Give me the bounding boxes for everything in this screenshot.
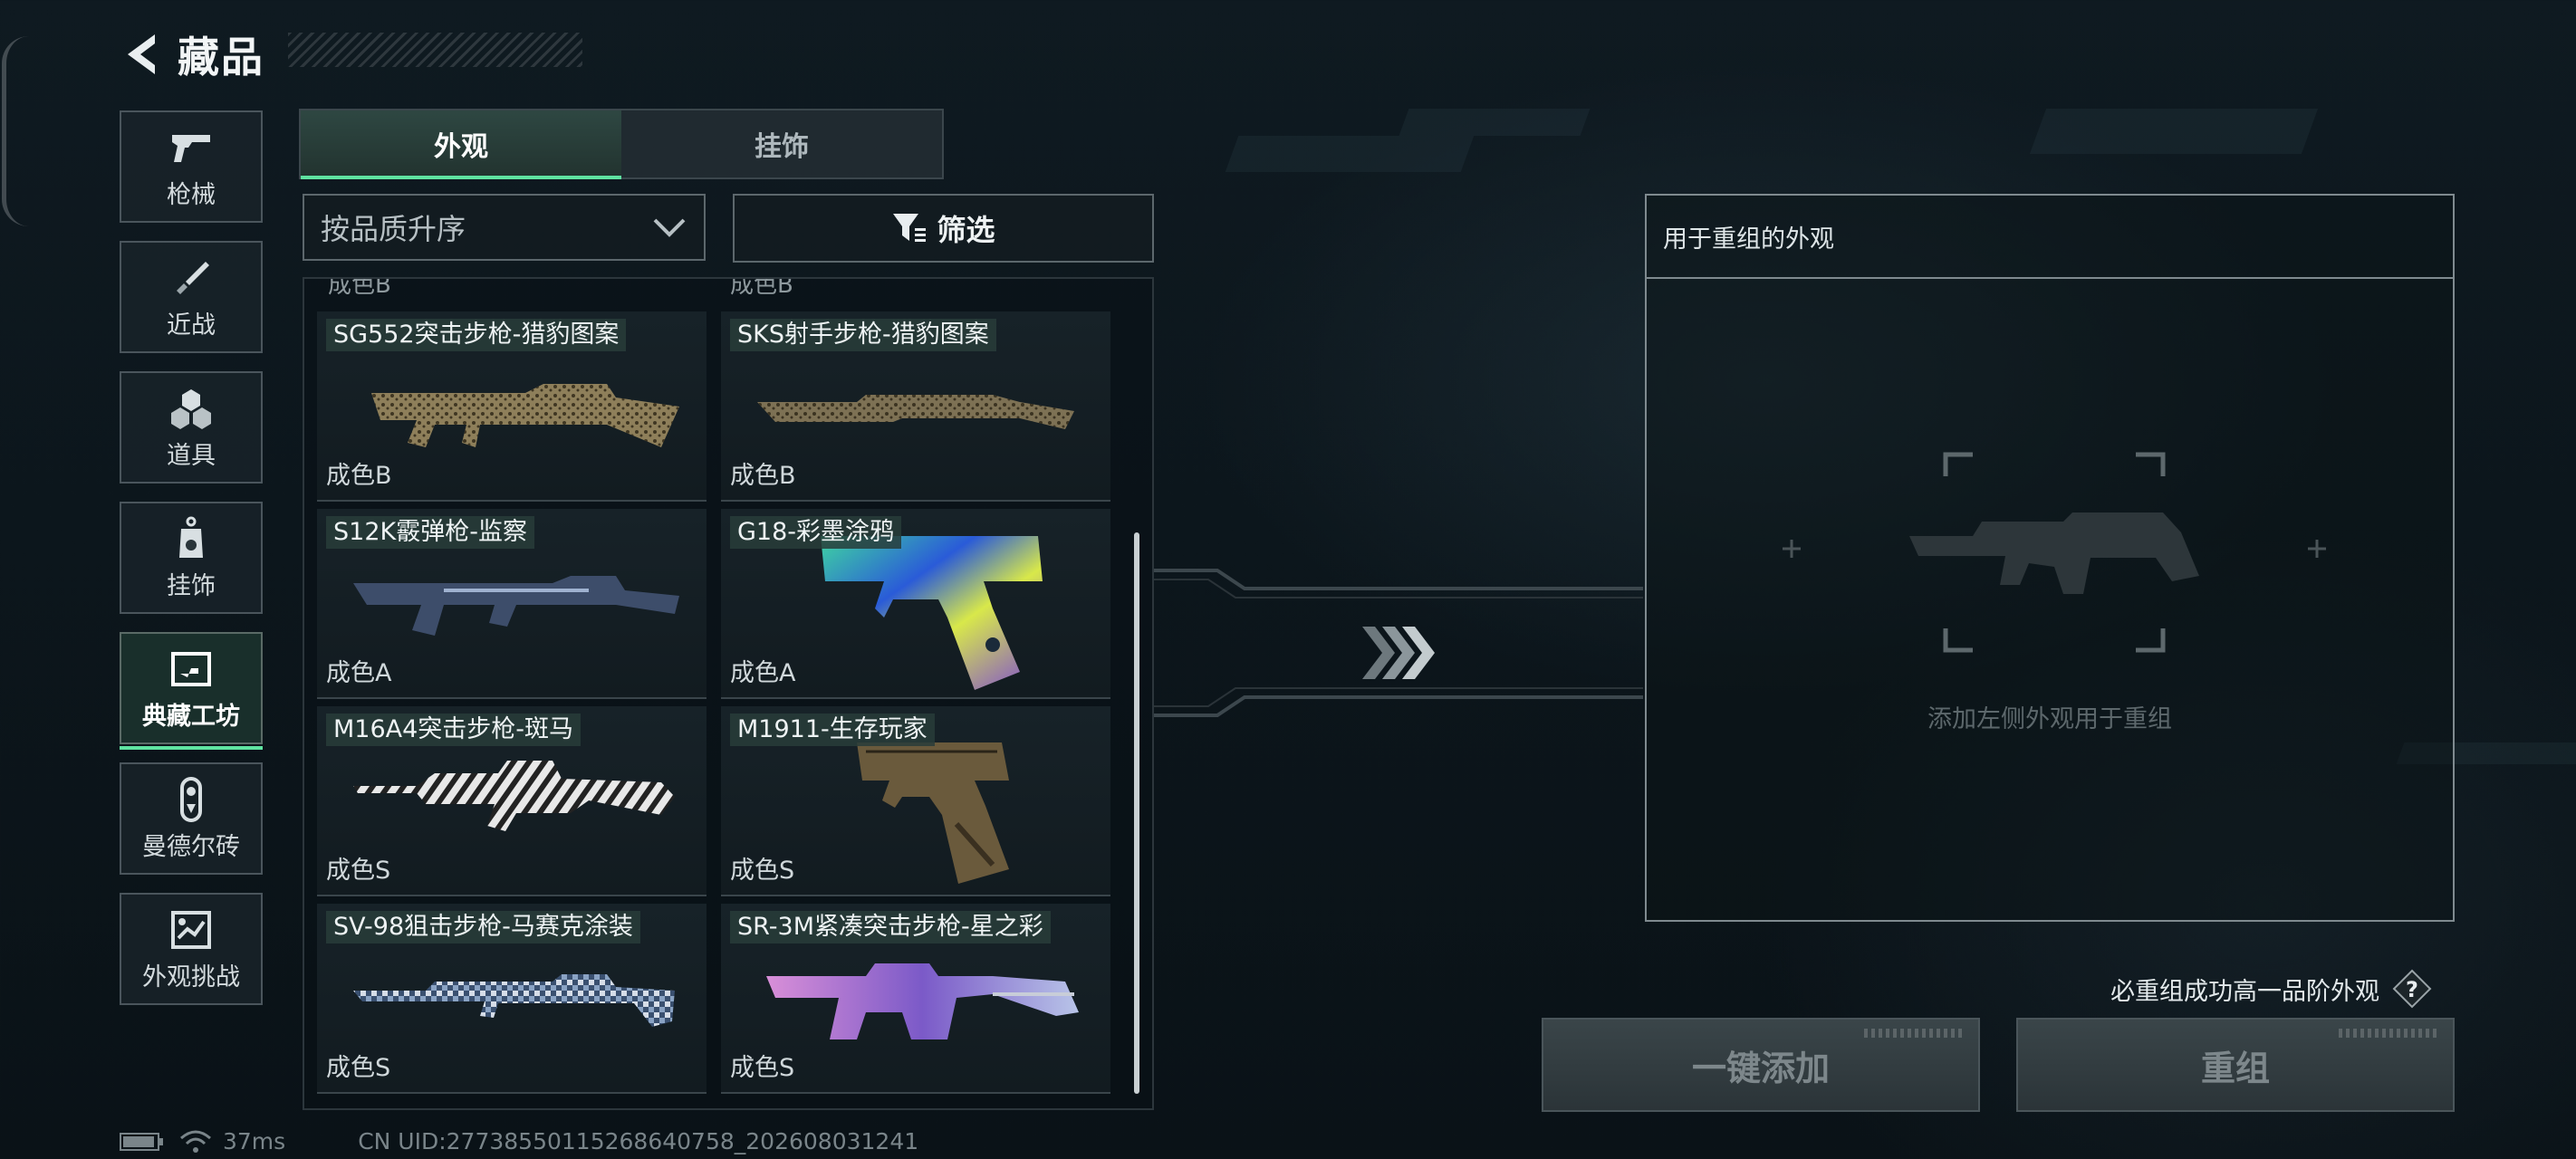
skin-card[interactable]: S12K霰弹枪-监察 成色A — [317, 509, 706, 699]
sidebar-item-label: 典藏工坊 — [142, 702, 240, 731]
page-title: 藏品 — [178, 33, 264, 81]
skin-name: G18-彩墨涂鸦 — [730, 516, 902, 549]
recombine-panel: 用于重组的外观 添加左侧外观用于重组 — [1645, 194, 2455, 922]
content-tabs: 外观 挂饰 — [299, 109, 944, 179]
title-decor — [288, 33, 582, 67]
skin-card[interactable]: SKS射手步枪-猎豹图案 成色B — [721, 311, 1110, 502]
skin-card[interactable]: M16A4突击步枪-斑马 成色S — [317, 706, 706, 896]
grade-label: 成色S — [730, 1054, 795, 1082]
grade-label: 成色S — [326, 1054, 391, 1082]
grade-label: 成色B — [730, 277, 793, 299]
help-button[interactable]: ? — [2392, 969, 2432, 1009]
background-decor — [1399, 109, 1591, 136]
guarantee-note-text: 必重组成功高一品阶外观 — [2110, 977, 2379, 1006]
challenge-map-icon — [171, 906, 211, 953]
sidebar-item-label: 挂饰 — [167, 571, 216, 600]
skin-name: M1911-生存玩家 — [730, 714, 935, 746]
recombine-placeholder: 添加左侧外观用于重组 — [1927, 705, 2172, 733]
grade-label: 成色B — [730, 462, 796, 490]
battery-icon — [120, 1132, 163, 1151]
grade-label: 成色B — [328, 277, 391, 299]
button-decor — [2339, 1029, 2438, 1038]
mandel-brick-icon — [179, 776, 203, 823]
filter-icon — [893, 214, 927, 242]
skin-name: SR-3M紧凑突击步枪-星之彩 — [730, 911, 1051, 943]
uid-readout: CN UID:2773855011526864075​8_20260803124… — [358, 1128, 919, 1154]
skin-name: S12K霰弹枪-监察 — [326, 516, 534, 549]
filter-button[interactable]: 筛选 — [733, 194, 1154, 263]
sidebar-item-mandel-brick[interactable]: 曼德尔砖 — [120, 762, 263, 875]
skin-card[interactable]: SR-3M紧凑突击步枪-星之彩 成色S — [721, 904, 1110, 1094]
page-header: 藏品 — [118, 25, 264, 83]
chevron-down-icon — [653, 218, 686, 237]
tab-appearance[interactable]: 外观 — [301, 110, 621, 179]
sidebar-item-label: 外观挑战 — [142, 963, 240, 991]
skin-name: M16A4突击步枪-斑马 — [326, 714, 582, 746]
skin-name: SG552突击步枪-猎豹图案 — [326, 319, 627, 351]
grade-label: 成色B — [326, 462, 392, 490]
edge-decor — [2, 36, 32, 226]
grade-label: 成色A — [730, 659, 796, 687]
partial-row: 成色B 成色B — [304, 279, 1152, 308]
grade-label: 成色S — [730, 857, 795, 885]
sidebar-item-charms[interactable]: 挂饰 — [120, 502, 263, 614]
background-decor — [1225, 136, 1475, 172]
sidebar-item-items[interactable]: 道具 — [120, 371, 263, 484]
filter-label: 筛选 — [937, 213, 995, 247]
sidebar-item-label: 近战 — [167, 311, 216, 340]
sidebar-item-workshop[interactable]: 典藏工坊 — [120, 632, 263, 750]
svg-text:?: ? — [2406, 977, 2418, 1002]
ping-readout: 37ms — [223, 1128, 286, 1154]
auto-add-button[interactable]: 一键添加 — [1542, 1018, 1980, 1112]
back-arrow-icon — [128, 34, 155, 74]
sort-label: 按品质升序 — [321, 212, 466, 246]
sidebar-item-label: 曼德尔砖 — [142, 832, 240, 861]
sidebar-item-appearance-challenge[interactable]: 外观挑战 — [120, 893, 263, 1005]
back-button[interactable] — [118, 27, 165, 81]
sort-dropdown[interactable]: 按品质升序 — [303, 194, 706, 261]
grade-label: 成色A — [326, 659, 392, 687]
auto-add-label: 一键添加 — [1691, 1048, 1830, 1088]
skin-name: SV-98狙击步枪-马赛克涂装 — [326, 911, 640, 943]
grenade-icon — [169, 385, 213, 432]
tab-charms[interactable]: 挂饰 — [621, 110, 942, 177]
wifi-icon — [180, 1130, 211, 1153]
rifle-placeholder-icon — [1783, 452, 2326, 653]
guarantee-note: 必重组成功高一品阶外观 ? — [2110, 969, 2432, 1009]
pistol-icon — [168, 124, 214, 171]
sidebar-item-label: 枪械 — [167, 180, 216, 209]
question-icon: ? — [2392, 969, 2432, 1009]
sidebar-item-label: 道具 — [167, 441, 216, 470]
recombine-button[interactable]: 重组 — [2016, 1018, 2455, 1112]
chevron-right-icon — [1362, 627, 1435, 679]
skin-grid-panel[interactable]: 成色B 成色B SG552突击步枪-猎豹图案 成色B SKS射手步枪-猎豹图案 … — [303, 277, 1154, 1110]
recombine-header: 用于重组的外观 — [1647, 196, 2453, 279]
workshop-icon — [171, 646, 211, 693]
charm-tag-icon — [176, 515, 207, 562]
category-sidebar: 枪械 近战 道具 挂饰 典藏工坊 曼德尔砖 外观挑战 — [120, 110, 266, 1023]
status-bar: 37ms CN UID:2773855011526864075​8_202608… — [120, 1128, 918, 1154]
skin-card[interactable]: SV-98狙击步枪-马赛克涂装 成色S — [317, 904, 706, 1094]
skin-card[interactable]: M1911-生存玩家 成色S — [721, 706, 1110, 896]
sidebar-item-melee[interactable]: 近战 — [120, 241, 263, 353]
button-decor — [1864, 1029, 1964, 1038]
background-decor — [2029, 109, 2319, 154]
grade-label: 成色S — [326, 857, 391, 885]
skin-card[interactable]: G18-彩墨涂鸦 成色A — [721, 509, 1110, 699]
recombine-label: 重组 — [2200, 1048, 2270, 1088]
skin-card[interactable]: SG552突击步枪-猎豹图案 成色B — [317, 311, 706, 502]
sidebar-item-guns[interactable]: 枪械 — [120, 110, 263, 223]
knife-icon — [171, 254, 211, 302]
skin-name: SKS射手步枪-猎豹图案 — [730, 319, 996, 351]
grid-scrollbar[interactable] — [1134, 532, 1139, 1094]
